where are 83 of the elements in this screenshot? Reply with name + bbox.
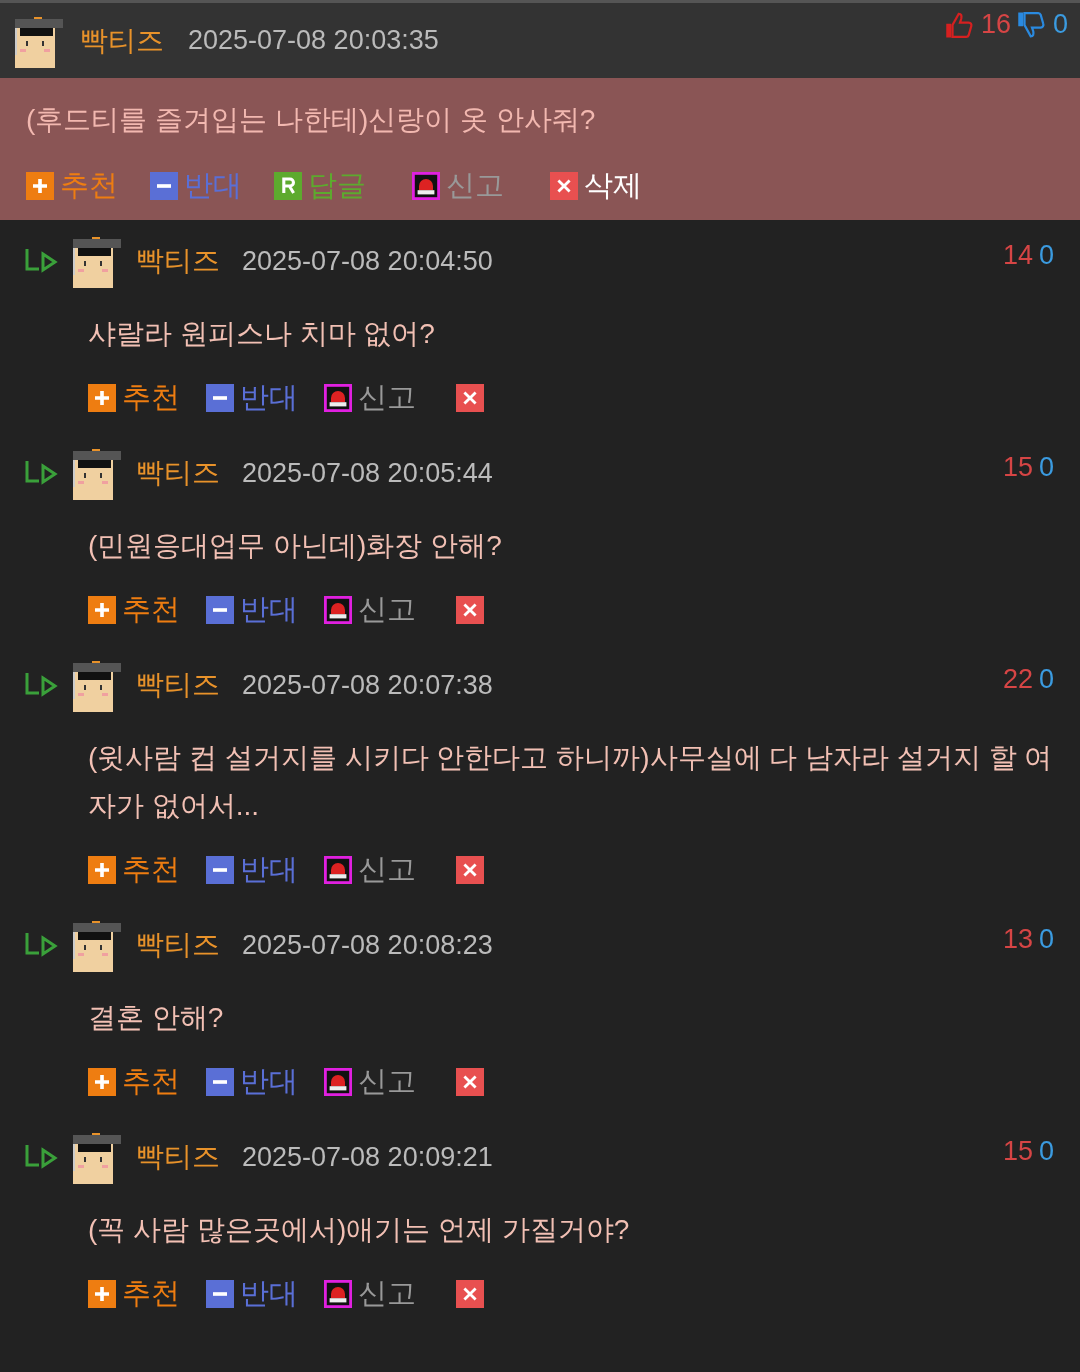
oppose-link[interactable]: 반대 <box>206 378 298 418</box>
plus-icon <box>88 1280 116 1308</box>
minus-icon <box>206 856 234 884</box>
comment-text: 샤랄라 원피스나 치마 없어? <box>87 317 436 351</box>
minus-icon <box>206 1280 234 1308</box>
close-icon <box>456 1068 484 1096</box>
delete-link[interactable] <box>456 384 484 412</box>
timestamp: 2025-07-08 20:04:50 <box>242 245 493 277</box>
author-name[interactable]: 빡티즈 <box>136 926 220 964</box>
avatar-icon <box>70 234 124 288</box>
close-icon <box>456 856 484 884</box>
recommend-link[interactable]: 추천 <box>88 850 180 890</box>
timestamp: 2025-07-08 20:09:21 <box>242 1141 493 1173</box>
delete-link[interactable] <box>456 856 484 884</box>
close-icon <box>456 1280 484 1308</box>
report-link[interactable]: 신고 <box>324 590 416 630</box>
dislikes-count: 0 <box>1038 924 1054 955</box>
dislikes-count: 0 <box>1052 9 1068 40</box>
plus-icon <box>88 596 116 624</box>
report-link[interactable]: 신고 <box>324 850 416 890</box>
minus-icon <box>206 1068 234 1096</box>
recommend-link[interactable]: 추천 <box>88 590 180 630</box>
plus-icon <box>88 856 116 884</box>
minus-icon <box>206 596 234 624</box>
siren-icon <box>324 596 352 624</box>
plus-icon <box>88 384 116 412</box>
avatar-icon <box>70 658 124 712</box>
report-link[interactable]: 신고 <box>324 378 416 418</box>
report-link[interactable]: 신고 <box>324 1274 416 1314</box>
dislikes-count: 0 <box>1038 1136 1054 1167</box>
comment-text: (꼭 사람 많은곳에서)애기는 언제 가질거야? <box>87 1213 631 1247</box>
author-name[interactable]: 빡티즈 <box>136 454 220 492</box>
plus-icon <box>88 1068 116 1096</box>
delete-link[interactable]: 삭제 <box>550 166 642 206</box>
author-name[interactable]: 빡티즈 <box>136 666 220 704</box>
minus-icon <box>150 172 178 200</box>
timestamp: 2025-07-08 20:08:23 <box>242 929 493 961</box>
siren-icon <box>324 856 352 884</box>
timestamp: 2025-07-08 20:07:38 <box>242 669 493 701</box>
reply-icon <box>274 172 302 200</box>
recommend-link[interactable]: 추천 <box>88 378 180 418</box>
author-name[interactable]: 빡티즈 <box>136 1138 220 1176</box>
minus-icon <box>206 384 234 412</box>
close-icon <box>550 172 578 200</box>
oppose-link[interactable]: 반대 <box>206 590 298 630</box>
dislikes-count: 0 <box>1038 452 1054 483</box>
delete-link[interactable] <box>456 596 484 624</box>
timestamp: 2025-07-08 20:05:44 <box>242 457 493 489</box>
report-link[interactable]: 신고 <box>324 1062 416 1102</box>
siren-icon <box>412 172 440 200</box>
close-icon <box>456 596 484 624</box>
avatar-icon <box>70 446 124 500</box>
siren-icon <box>324 1280 352 1308</box>
avatar-icon <box>70 1130 124 1184</box>
likes-count: 15 <box>1002 1136 1033 1167</box>
recommend-link[interactable]: 추천 <box>88 1274 180 1314</box>
likes-count: 22 <box>1002 664 1033 695</box>
comment-text: (윗사람 컵 설거지를 시키다 안한다고 하니까)사무실에 다 남자라 설거지 할 여자가 없어서... <box>87 741 1054 823</box>
siren-icon <box>324 1068 352 1096</box>
timestamp: 2025-07-08 20:03:35 <box>188 25 439 56</box>
comment-text: 결혼 안해? <box>87 1001 225 1035</box>
recommend-link[interactable]: 추천 <box>88 1062 180 1102</box>
avatar-icon <box>70 918 124 972</box>
thumbs-up-icon <box>944 10 975 39</box>
comment-text: (후드티를 즐겨입는 나한테)신랑이 옷 안사줘? <box>26 103 597 137</box>
oppose-link[interactable]: 반대 <box>206 1274 298 1314</box>
plus-icon <box>26 172 54 200</box>
siren-icon <box>324 384 352 412</box>
thumbs-down-icon <box>1016 10 1047 39</box>
likes-count: 13 <box>1002 924 1033 955</box>
oppose-link[interactable]: 반대 <box>206 1062 298 1102</box>
delete-link[interactable] <box>456 1068 484 1096</box>
comment-text: (민원응대업무 아닌데)화장 안해? <box>87 529 503 563</box>
likes-count: 16 <box>980 9 1011 40</box>
close-icon <box>456 384 484 412</box>
dislikes-count: 0 <box>1038 240 1054 271</box>
likes-count: 14 <box>1002 240 1033 271</box>
author-name[interactable]: 빡티즈 <box>80 21 164 60</box>
delete-link[interactable] <box>456 1280 484 1308</box>
author-name[interactable]: 빡티즈 <box>136 242 220 280</box>
oppose-link[interactable]: 반대 <box>206 850 298 890</box>
likes-count: 15 <box>1002 452 1033 483</box>
dislikes-count: 0 <box>1038 664 1054 695</box>
